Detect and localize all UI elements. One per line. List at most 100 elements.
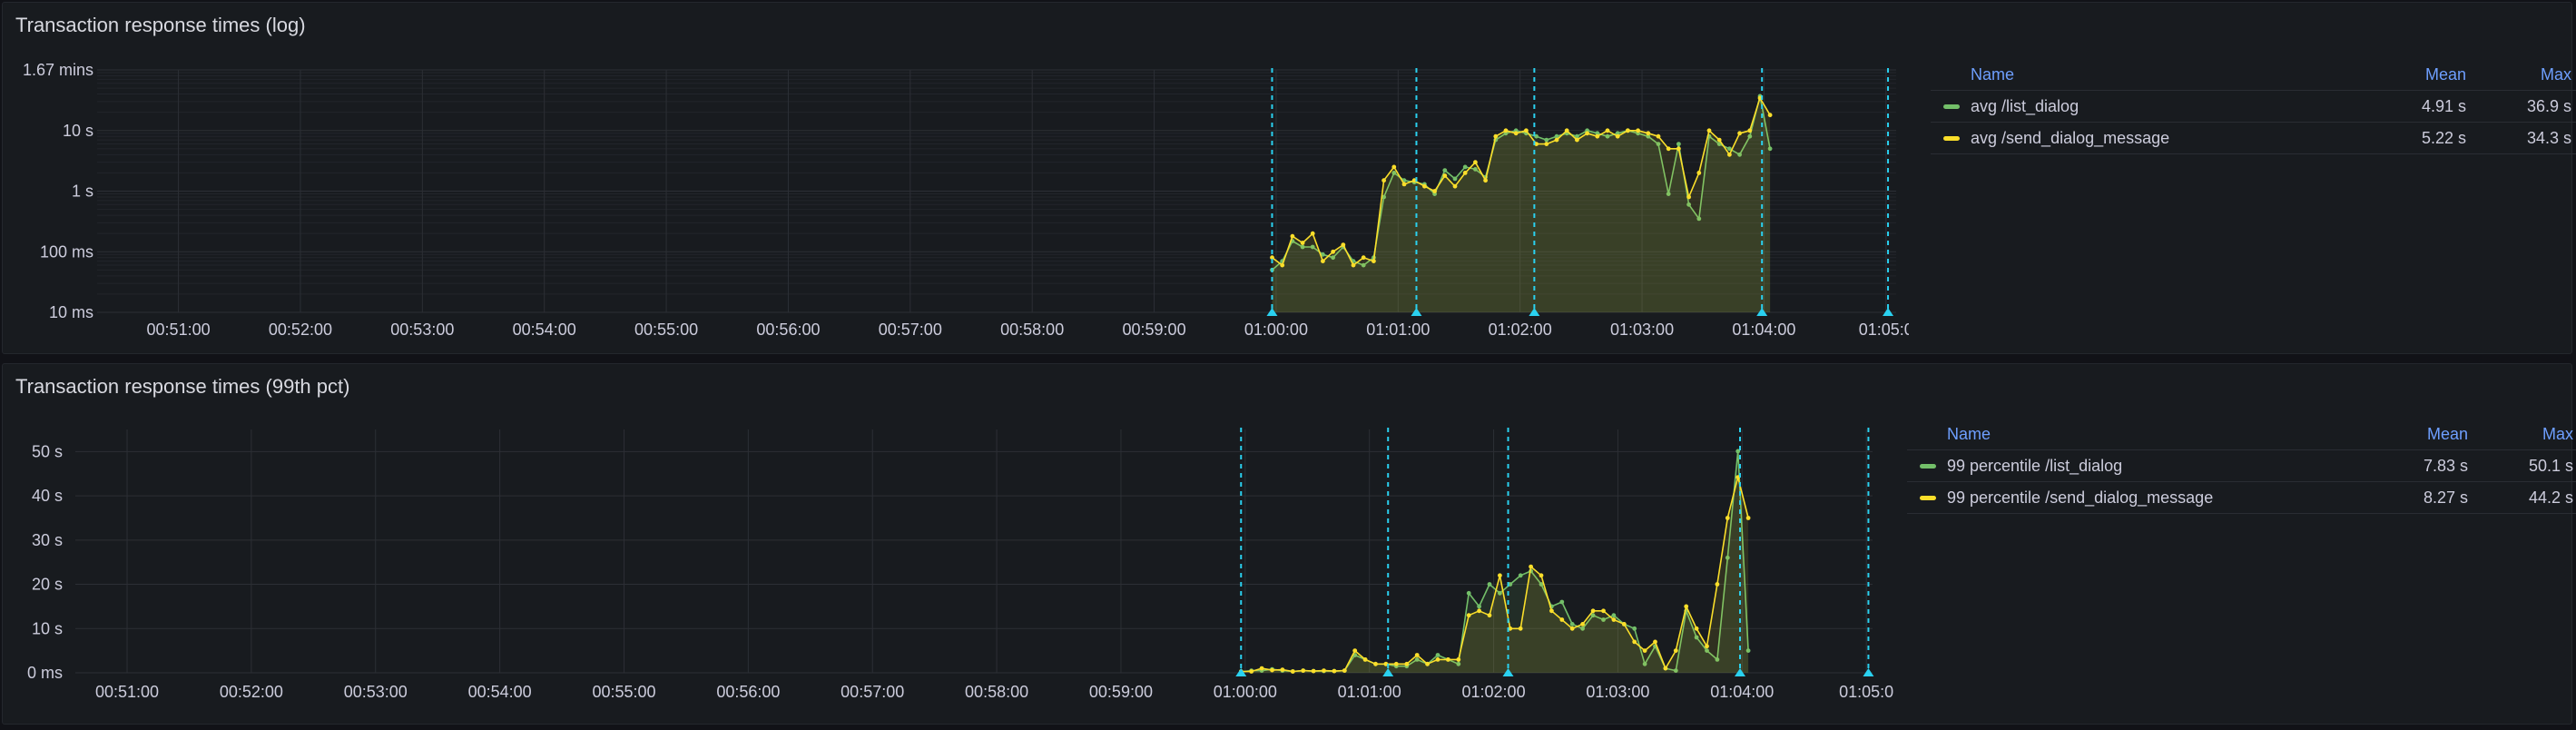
data-point[interactable] bbox=[1372, 259, 1376, 263]
data-point[interactable] bbox=[1585, 131, 1589, 136]
data-point[interactable] bbox=[1493, 133, 1499, 139]
data-point[interactable] bbox=[1311, 668, 1316, 674]
legend-header-mean[interactable]: Mean bbox=[2427, 419, 2468, 449]
data-point[interactable] bbox=[1694, 626, 1699, 631]
data-point[interactable] bbox=[1569, 622, 1575, 626]
data-point[interactable] bbox=[1747, 128, 1753, 133]
data-point[interactable] bbox=[1352, 648, 1358, 653]
data-point[interactable] bbox=[1473, 160, 1478, 165]
data-point[interactable] bbox=[1518, 573, 1523, 578]
data-point[interactable] bbox=[1632, 639, 1637, 645]
data-point[interactable] bbox=[1544, 137, 1549, 143]
data-point[interactable] bbox=[1611, 613, 1617, 618]
data-point[interactable] bbox=[1425, 661, 1430, 666]
data-point[interactable] bbox=[1539, 573, 1544, 578]
data-point[interactable] bbox=[1422, 183, 1427, 189]
data-point[interactable] bbox=[1676, 146, 1681, 152]
data-point[interactable] bbox=[1342, 668, 1347, 673]
data-point[interactable] bbox=[1595, 133, 1600, 139]
data-point[interactable] bbox=[1580, 622, 1585, 626]
data-point[interactable] bbox=[1636, 128, 1640, 133]
data-point[interactable] bbox=[1290, 233, 1295, 239]
legend-row-p99-list-dialog[interactable]: 99 percentile /list_dialog 7.83 s 50.1 s bbox=[1907, 449, 2576, 481]
data-point[interactable] bbox=[1373, 661, 1378, 666]
data-point[interactable] bbox=[1513, 131, 1519, 136]
data-point[interactable] bbox=[1435, 653, 1440, 657]
data-point[interactable] bbox=[1632, 626, 1637, 631]
data-point[interactable] bbox=[1290, 669, 1295, 674]
data-point[interactable] bbox=[1452, 176, 1458, 182]
data-point[interactable] bbox=[1483, 178, 1488, 183]
data-point[interactable] bbox=[1684, 604, 1689, 609]
data-point[interactable] bbox=[1466, 613, 1471, 618]
data-point[interactable] bbox=[1737, 131, 1742, 136]
data-point[interactable] bbox=[1554, 137, 1559, 143]
data-point[interactable] bbox=[1381, 178, 1386, 183]
data-point[interactable] bbox=[1341, 242, 1346, 247]
data-point[interactable] bbox=[1686, 194, 1691, 200]
series-color-swatch[interactable] bbox=[1920, 496, 1936, 500]
data-point[interactable] bbox=[1332, 668, 1337, 674]
data-point[interactable] bbox=[1462, 171, 1468, 175]
data-point[interactable] bbox=[1404, 661, 1410, 666]
p99-response-time-chart[interactable]: 0 ms 10 s 20 s 30 s 40 s 50 s 00:51:00 00:52:00… bbox=[3, 364, 1909, 725]
data-point[interactable] bbox=[1466, 590, 1471, 596]
data-point[interactable] bbox=[1559, 599, 1565, 605]
data-point[interactable] bbox=[1270, 667, 1274, 673]
data-point[interactable] bbox=[1456, 657, 1461, 662]
data-point[interactable] bbox=[1280, 667, 1285, 672]
legend-series-name[interactable]: 99 percentile /send_dialog_message bbox=[1947, 482, 2213, 513]
data-point[interactable] bbox=[1322, 668, 1326, 673]
legend-header-mean[interactable]: Mean bbox=[2425, 59, 2466, 90]
data-point[interactable] bbox=[1715, 582, 1720, 587]
data-point[interactable] bbox=[1673, 648, 1678, 653]
data-point[interactable] bbox=[1642, 648, 1647, 653]
data-point[interactable] bbox=[1249, 669, 1254, 674]
data-point[interactable] bbox=[1653, 639, 1657, 645]
data-point[interactable] bbox=[1663, 666, 1668, 671]
data-point[interactable] bbox=[1646, 131, 1651, 136]
data-point[interactable] bbox=[1716, 137, 1722, 143]
data-point[interactable] bbox=[1414, 653, 1420, 657]
data-point[interactable] bbox=[1310, 231, 1315, 236]
legend-header-name[interactable]: Name bbox=[1971, 59, 2014, 90]
data-point[interactable] bbox=[1401, 182, 1407, 187]
data-point[interactable] bbox=[1435, 657, 1440, 662]
legend-header-max[interactable]: Max bbox=[2542, 419, 2573, 449]
data-point[interactable] bbox=[1564, 128, 1569, 133]
data-point[interactable] bbox=[1706, 128, 1712, 133]
data-point[interactable] bbox=[1524, 128, 1529, 133]
data-point[interactable] bbox=[1696, 171, 1702, 175]
data-point[interactable] bbox=[1666, 146, 1671, 152]
data-point[interactable] bbox=[1280, 262, 1285, 268]
data-point[interactable] bbox=[1745, 516, 1751, 520]
data-point[interactable] bbox=[1549, 608, 1554, 614]
data-point[interactable] bbox=[1487, 582, 1492, 587]
data-point[interactable] bbox=[1391, 164, 1397, 170]
data-point[interactable] bbox=[1590, 608, 1596, 614]
data-point[interactable] bbox=[1432, 189, 1437, 193]
legend-header-name[interactable]: Name bbox=[1947, 419, 1991, 449]
data-point[interactable] bbox=[1259, 666, 1264, 671]
data-point[interactable] bbox=[1611, 617, 1617, 622]
data-point[interactable] bbox=[1656, 133, 1661, 139]
legend-series-name[interactable]: avg /send_dialog_message bbox=[1971, 123, 2169, 153]
data-point[interactable] bbox=[1626, 128, 1630, 133]
data-point[interactable] bbox=[1518, 626, 1523, 631]
data-point[interactable] bbox=[1351, 262, 1356, 268]
legend-row-p99-send-dialog-message[interactable]: 99 percentile /send_dialog_message 8.27 … bbox=[1907, 481, 2576, 514]
data-point[interactable] bbox=[1727, 152, 1732, 157]
data-point[interactable] bbox=[1446, 657, 1450, 662]
data-point[interactable] bbox=[1361, 255, 1366, 261]
data-point[interactable] bbox=[1767, 113, 1773, 118]
data-point[interactable] bbox=[1605, 128, 1610, 133]
data-point[interactable] bbox=[1569, 626, 1575, 631]
legend-header-max[interactable]: Max bbox=[2541, 59, 2571, 90]
data-point[interactable] bbox=[1621, 622, 1627, 626]
data-point[interactable] bbox=[1676, 142, 1681, 147]
series-color-swatch[interactable] bbox=[1943, 136, 1960, 141]
data-point[interactable] bbox=[1529, 564, 1533, 569]
data-point[interactable] bbox=[1300, 241, 1305, 245]
data-point[interactable] bbox=[1462, 164, 1468, 170]
data-point[interactable] bbox=[1544, 142, 1549, 147]
